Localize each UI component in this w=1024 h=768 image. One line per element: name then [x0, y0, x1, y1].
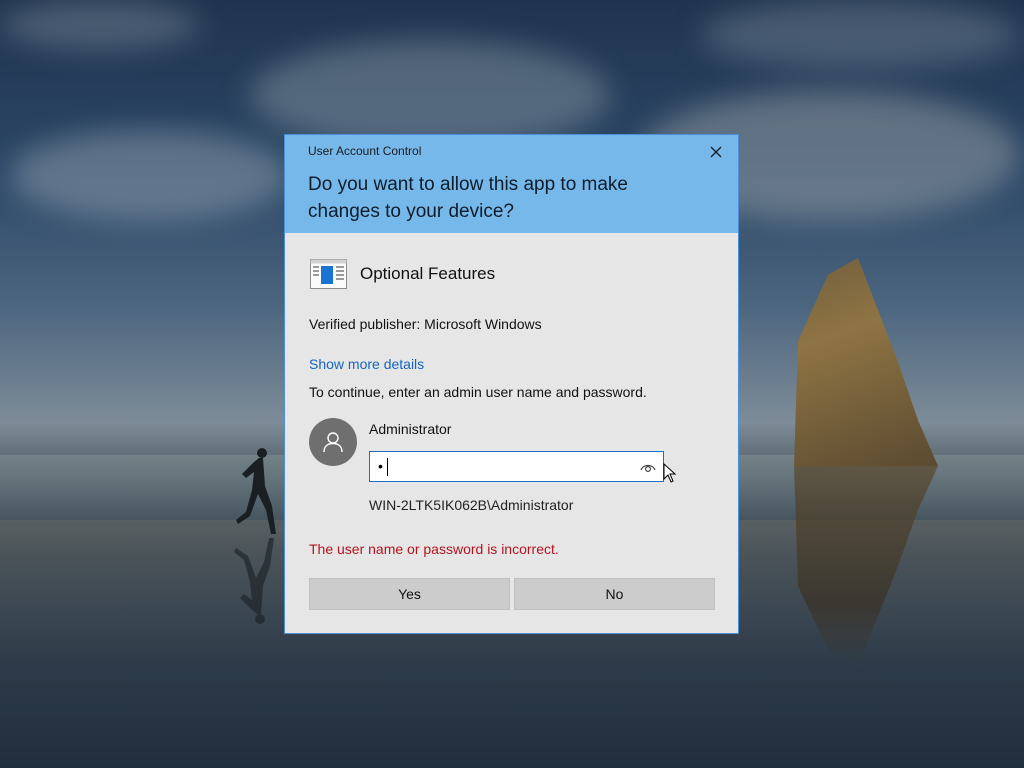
user-name: Administrator [369, 421, 452, 437]
publisher-text: Verified publisher: Microsoft Windows [309, 316, 542, 332]
close-icon [710, 146, 722, 158]
user-avatar-icon [323, 432, 343, 453]
yes-button[interactable]: Yes [309, 578, 510, 610]
show-more-details-link[interactable]: Show more details [309, 356, 424, 372]
app-info: Optional Features [310, 259, 495, 289]
error-message: The user name or password is incorrect. [309, 541, 559, 557]
dialog-question: Do you want to allow this app to make ch… [308, 174, 629, 222]
domain-user-text: WIN-2LTK5IK062B\Administrator [369, 497, 574, 513]
avatar [309, 418, 357, 466]
reveal-password-button[interactable] [639, 459, 657, 475]
cloud [700, 0, 1020, 70]
optional-features-icon [310, 259, 347, 289]
app-name: Optional Features [360, 264, 496, 283]
dialog-caption: User Account Control [308, 144, 422, 158]
password-value: • [378, 458, 385, 474]
instructions-text: To continue, enter an admin user name an… [309, 384, 647, 400]
eye-icon [640, 464, 656, 473]
mouse-cursor-icon [663, 463, 677, 483]
password-field[interactable]: • [369, 451, 664, 482]
runner-reflection [234, 538, 274, 624]
no-button[interactable]: No [514, 578, 715, 610]
runner-silhouette [236, 448, 276, 534]
cloud [10, 130, 290, 220]
rock-formation [794, 258, 938, 466]
uac-dialog: User Account Control Do you want to allo… [284, 134, 739, 634]
text-caret [387, 458, 388, 476]
cloud [0, 0, 200, 50]
close-button[interactable] [706, 143, 726, 161]
dialog-header: User Account Control Do you want to allo… [285, 135, 738, 233]
